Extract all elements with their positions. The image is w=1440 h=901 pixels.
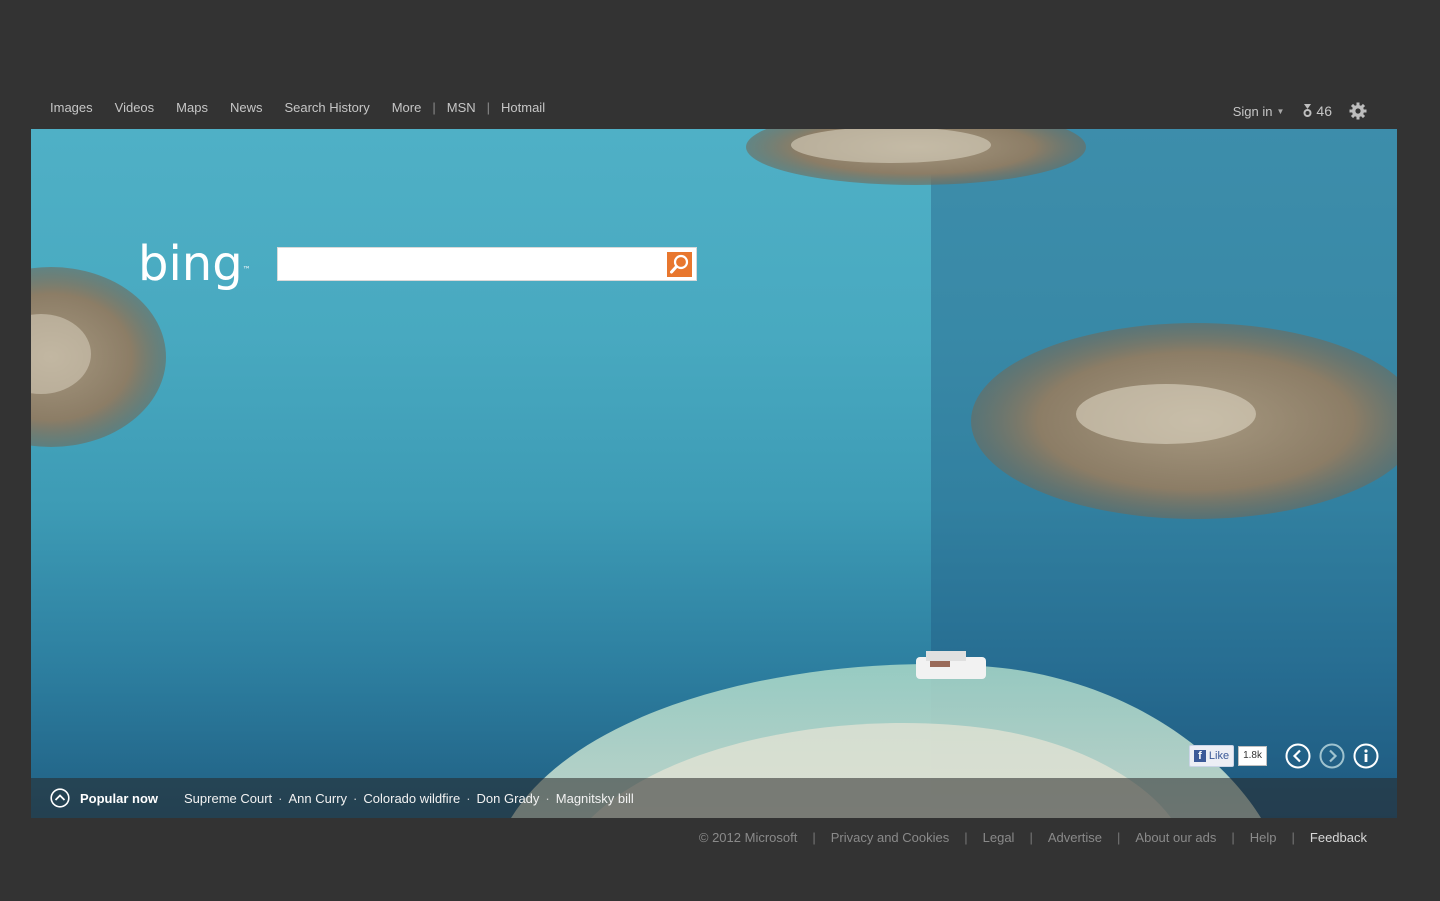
nav-separator: | xyxy=(486,100,491,115)
footer-feedback-link[interactable]: Feedback xyxy=(1310,830,1367,845)
copyright: © 2012 Microsoft xyxy=(698,830,798,845)
popular-now-bar: Popular now Supreme Court · Ann Curry · … xyxy=(31,778,1397,818)
rewards-button[interactable]: 46 xyxy=(1302,103,1332,119)
trademark: ™ xyxy=(242,265,251,274)
nav-hotmail[interactable]: Hotmail xyxy=(501,100,545,115)
popular-item[interactable]: Ann Curry xyxy=(289,791,348,806)
nav-images[interactable]: Images xyxy=(50,100,93,115)
footer-legal-link[interactable]: Legal xyxy=(983,830,1015,845)
sign-in-label: Sign in xyxy=(1232,103,1273,119)
search-icon xyxy=(670,254,689,274)
facebook-icon: f xyxy=(1193,750,1206,762)
sign-in-button[interactable]: Sign in ▼ xyxy=(1233,104,1285,119)
gear-icon[interactable] xyxy=(1348,101,1368,121)
image-controls: f Like 1.8k xyxy=(1188,743,1379,769)
nav-more[interactable]: More xyxy=(392,100,422,115)
caret-down-icon: ▼ xyxy=(1276,106,1285,116)
footer-separator: | xyxy=(964,830,968,845)
footer-separator: | xyxy=(1029,830,1033,845)
bing-logo[interactable]: bing™ xyxy=(138,239,251,289)
rewards-medal-icon xyxy=(1303,104,1312,117)
account-area: Sign in ▼ 46 xyxy=(1233,101,1368,121)
nav-maps[interactable]: Maps xyxy=(176,100,208,115)
search-box xyxy=(277,247,697,281)
chevron-up-icon[interactable] xyxy=(50,788,70,808)
popular-item[interactable]: Supreme Court xyxy=(184,791,272,806)
footer-separator: | xyxy=(1231,830,1235,845)
nav-search-history[interactable]: Search History xyxy=(284,100,369,115)
nav-videos[interactable]: Videos xyxy=(115,100,155,115)
footer-advertise-link[interactable]: Advertise xyxy=(1048,830,1102,845)
footer-separator: | xyxy=(812,830,816,845)
chevron-right-icon[interactable] xyxy=(1319,743,1345,769)
background-photo xyxy=(31,129,1397,818)
footer-help-link[interactable]: Help xyxy=(1250,830,1277,845)
homepage-background-image: bing™ f Like 1.8k Popular now Supreme Co… xyxy=(31,129,1397,818)
search-input[interactable] xyxy=(284,252,658,278)
popular-now-title[interactable]: Popular now xyxy=(80,791,158,806)
popular-separator: · xyxy=(353,790,358,806)
like-count: 1.8k xyxy=(1238,746,1267,766)
search-button[interactable] xyxy=(667,252,692,277)
footer-privacy-link[interactable]: Privacy and Cookies xyxy=(831,830,950,845)
logo-text: bing xyxy=(138,236,243,292)
popular-separator: · xyxy=(466,790,471,806)
footer: © 2012 Microsoft | Privacy and Cookies |… xyxy=(699,830,1367,845)
popular-item[interactable]: Don Grady xyxy=(477,791,540,806)
footer-separator: | xyxy=(1117,830,1121,845)
nav-msn[interactable]: MSN xyxy=(447,100,476,115)
footer-about-ads-link[interactable]: About our ads xyxy=(1135,830,1216,845)
popular-item[interactable]: Colorado wildfire xyxy=(363,791,460,806)
chevron-left-icon[interactable] xyxy=(1285,743,1311,769)
popular-separator: · xyxy=(278,790,283,806)
rewards-count: 46 xyxy=(1316,103,1332,119)
nav-separator: | xyxy=(432,100,436,115)
nav-news[interactable]: News xyxy=(230,100,263,115)
footer-separator: | xyxy=(1291,830,1295,845)
popular-item[interactable]: Magnitsky bill xyxy=(556,791,634,806)
like-label: Like xyxy=(1208,750,1230,762)
top-navigation: Images Videos Maps News Search History M… xyxy=(50,100,545,115)
popular-separator: · xyxy=(545,790,550,806)
facebook-like-button[interactable]: f Like xyxy=(1188,745,1235,767)
info-icon[interactable] xyxy=(1353,743,1379,769)
